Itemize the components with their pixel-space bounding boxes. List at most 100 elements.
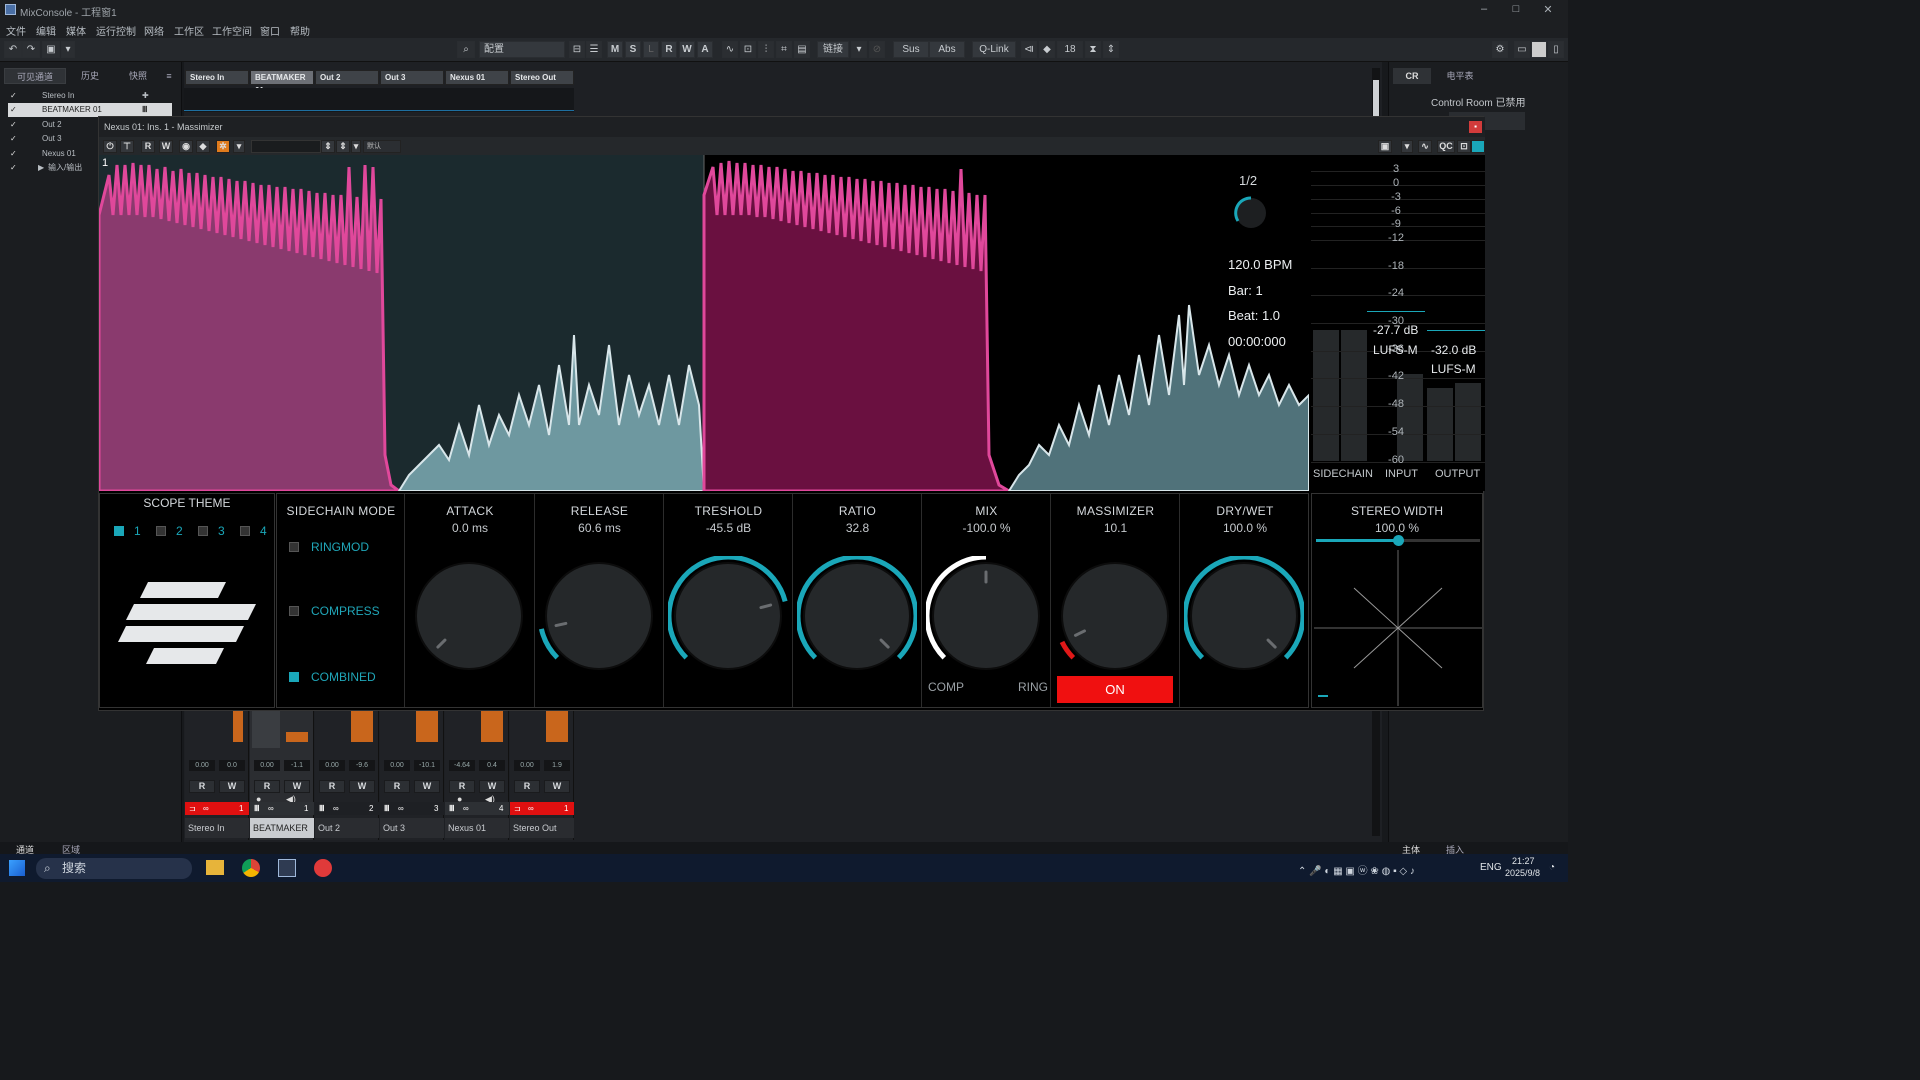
mute-button[interactable]: M [607,41,623,58]
channel-header[interactable]: Stereo Out [510,70,574,85]
check-icon[interactable]: ✓ [10,132,17,146]
theme-option[interactable]: 4 [260,524,267,538]
routing-bar[interactable]: ⊐ ∞ 1 [185,802,249,815]
gear-icon[interactable]: ⚙ [1492,41,1508,58]
clock-time[interactable]: 21:27 [1512,856,1535,866]
combined-checkbox[interactable] [289,672,299,682]
grid-icon[interactable]: ⌗ [776,41,792,58]
automation-button[interactable]: A [697,41,713,58]
channel-header[interactable]: Out 2 [315,70,379,85]
theme-checkbox[interactable] [240,526,250,536]
plugin-write-button[interactable]: W [159,140,173,153]
qc-button[interactable]: QC [1437,140,1455,153]
pan-value[interactable]: 0.0 [219,760,245,771]
volume-value[interactable]: 0.00 [319,760,345,771]
tab-control-room[interactable]: CR [1393,68,1431,84]
file-explorer-icon[interactable] [206,860,224,875]
channel-header[interactable]: Stereo In [185,70,249,85]
preset-nav-icon[interactable]: ⇕ [336,140,350,153]
scroll-right-icon[interactable]: ◆ [1039,41,1055,58]
stepper-icon[interactable]: ⇕ [1103,41,1119,58]
visible-channel-item[interactable]: ✓ BEATMAKER 01 Ⅲ [8,103,172,117]
undo-icon[interactable]: ↶ [4,41,22,58]
notification-icon[interactable]: ◔ [1549,862,1555,873]
chevron-down-icon[interactable]: ▾ [61,41,75,58]
zoom-field[interactable]: 18 [1057,41,1083,58]
massimizer-on-button[interactable]: ON [1057,676,1173,703]
ratio-knob[interactable] [797,556,917,676]
layout-left-icon[interactable]: ▭ [1514,41,1530,58]
knob-value[interactable]: -100.0 % [922,521,1051,535]
compress-checkbox[interactable] [289,606,299,616]
check-icon[interactable]: ✓ [10,89,17,103]
preset-icon[interactable]: ✲ [216,140,230,153]
compare-icon[interactable]: ◆ [196,140,210,153]
layout-right-icon[interactable] [1531,41,1547,58]
expand-icon[interactable]: ▶ [38,161,44,175]
check-icon[interactable]: ✓ [10,147,17,161]
color-icon[interactable] [1471,140,1485,153]
waveform-scope[interactable]: 1 1/2 120.0 BPM Bar: 1 Beat: 1.0 00:00:0… [99,155,1309,491]
menu-workspace[interactable]: 工作区 [174,23,204,38]
snapshot-menu-icon[interactable]: ▾ [1401,140,1413,153]
listen-button[interactable]: L [643,41,659,58]
channel-header[interactable]: Out 3 [380,70,444,85]
plugin-close-button[interactable]: ▪ [1469,121,1482,133]
read-button[interactable]: R [661,41,677,58]
read-automation-button[interactable]: R [189,780,215,793]
default-preset-select[interactable]: 默认 [363,140,401,153]
read-automation-button[interactable]: R [254,780,280,793]
tray-icons[interactable]: ⌃ 🎤 ◐ ▦ ▣ ⓦ ❀ ◍ ▪ ◇ ♪ [1298,862,1415,877]
fit-icon[interactable]: ⧗ [1085,41,1101,58]
menu-icon[interactable]: ≡ [162,68,176,84]
absolute-button[interactable]: Abs [929,41,965,58]
routing-bar[interactable]: Ⅲ ∞ 1 [250,802,314,815]
pan-value[interactable]: -10.1 [414,760,440,771]
theme-option[interactable]: 3 [218,524,225,538]
channel-header[interactable]: BEATMAKER 01 [250,70,314,95]
pan-value[interactable]: 0.4 [479,760,505,771]
sidechain-icon[interactable]: ◉ [179,140,193,153]
tab-snapshots[interactable]: 快照 [118,68,158,84]
tab-meter[interactable]: 电平表 [1435,68,1485,84]
rack-icon[interactable]: ▤ [794,41,810,58]
stereo-width-thumb[interactable] [1393,535,1404,546]
activity-icon[interactable]: ∿ [1418,140,1432,153]
menu-network[interactable]: 网络 [144,23,164,38]
pan-value[interactable]: -1.1 [284,760,310,771]
plugin-read-button[interactable]: R [141,140,155,153]
volume-value[interactable]: 0.00 [254,760,280,771]
tab-visible-channels[interactable]: 可见通道 [4,68,66,84]
routing-bar[interactable]: ⊐ ∞ 1 [510,802,574,815]
channel-name[interactable]: Out 3 [380,818,444,838]
knob-value[interactable]: 32.8 [793,521,922,535]
power-icon[interactable]: ⏻ [103,140,117,153]
pan-value[interactable]: -9.6 [349,760,375,771]
channel-name[interactable]: Stereo In [185,818,249,838]
tab-history[interactable]: 历史 [70,68,110,84]
menu-transport[interactable]: 运行控制 [96,23,136,38]
knob-value[interactable]: 0.0 ms [405,521,535,535]
wave-icon[interactable]: ∿ [722,41,738,58]
write-automation-button[interactable]: W [219,780,245,793]
preset-prev-next-icon[interactable]: ⇕ [321,140,335,153]
channel-name[interactable]: Stereo Out [510,818,574,838]
volume-value[interactable]: 0.00 [384,760,410,771]
instrument-slot[interactable] [252,710,280,748]
channel-name[interactable]: Nexus 01 [445,818,509,838]
lock-icon[interactable]: ⊡ [1457,140,1471,153]
read-automation-button[interactable]: R [449,780,475,793]
write-automation-button[interactable]: W [349,780,375,793]
link-dropdown-icon[interactable]: ▾ [851,41,867,58]
read-automation-button[interactable]: R [514,780,540,793]
menu-edit[interactable]: 编辑 [36,23,56,38]
theme-option[interactable]: 1 [134,524,141,538]
camera-icon[interactable]: ▣ [42,41,60,58]
clock-date[interactable]: 2025/9/8 [1505,868,1540,878]
sends-icon[interactable]: ☰ [586,41,602,58]
inserts-icon[interactable]: ⊟ [569,41,585,58]
routing-bar[interactable]: Ⅲ ∞ 3 [380,802,444,815]
read-automation-button[interactable]: R [384,780,410,793]
check-icon[interactable]: ✓ [10,161,17,175]
preset-menu-icon[interactable]: ▾ [351,140,361,153]
